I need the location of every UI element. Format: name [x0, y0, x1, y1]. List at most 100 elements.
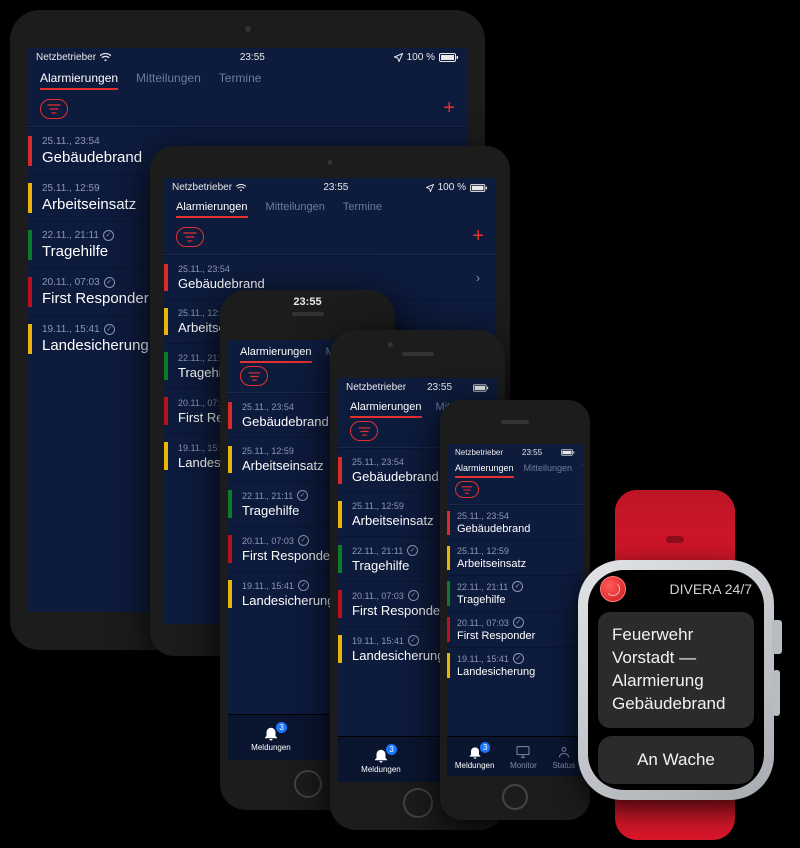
device-clock: 23:55 [293, 296, 321, 308]
alarm-title: Arbeitseinsatz [242, 458, 324, 473]
watch-header: DIVERA 24/7 [588, 570, 764, 606]
alarm-title: First Responder [457, 630, 535, 642]
badge: 3 [386, 744, 396, 755]
nav-label: Meldungen [251, 743, 291, 752]
tab-alarmierungen[interactable]: Alarmierungen [240, 346, 312, 358]
tab-termine[interactable]: Termine [343, 201, 382, 213]
alarm-title: Landesicherung [42, 337, 149, 354]
home-button[interactable] [502, 784, 528, 810]
check-icon [513, 653, 524, 664]
add-button[interactable]: + [472, 225, 484, 248]
alarm-timestamp: 22.11., 21:11 [457, 581, 523, 592]
alarm-timestamp: 25.11., 23:54 [457, 511, 530, 521]
alarm-title: Gebäudebrand [352, 469, 439, 484]
check-icon [104, 277, 115, 288]
battery-icon [439, 53, 459, 62]
status-bar: Netzbetrieber 23:55 [447, 444, 583, 459]
wifi-icon [236, 184, 246, 192]
location-icon [394, 53, 403, 62]
nav-meldungen[interactable]: 3 Meldungen [251, 724, 291, 752]
alarm-title: Tragehilfe [42, 243, 114, 260]
alarm-timestamp: 20.11., 07:03 [352, 590, 444, 601]
severity-stripe [338, 501, 342, 528]
clock: 23:55 [522, 448, 542, 457]
alarm-title: Gebäudebrand [42, 149, 142, 166]
nav-meldungen[interactable]: 3 Meldungen [361, 746, 401, 774]
tab-alarmierungen[interactable]: Alarmierungen [455, 463, 514, 473]
alarm-timestamp: 25.11., 12:59 [352, 501, 434, 511]
severity-stripe [447, 546, 450, 570]
camera-dot [328, 160, 333, 165]
alarm-title: First Responder [42, 290, 149, 307]
alarm-timestamp: 22.11., 21:11 [42, 230, 114, 241]
nav-monitor[interactable]: Monitor [510, 744, 537, 770]
filter-bar: + [164, 217, 496, 252]
tab-termine[interactable]: Termine [219, 71, 262, 85]
clock: 23:55 [323, 182, 348, 193]
alarm-title: Tragehilfe [242, 503, 308, 518]
alarm-timestamp: 25.11., 12:59 [42, 183, 136, 194]
alarm-timestamp: 20.11., 07:03 [457, 617, 535, 628]
tab-mitteilungen[interactable]: Mitteilungen [136, 71, 201, 85]
home-button[interactable] [403, 788, 433, 818]
alarm-timestamp: 22.11., 21:11 [352, 545, 418, 556]
alarm-timestamp: 25.11., 23:54 [178, 264, 265, 274]
severity-stripe [228, 402, 232, 429]
severity-stripe [28, 324, 32, 354]
severity-stripe [338, 635, 342, 663]
action-button[interactable]: An Wache [598, 736, 754, 784]
clock: 23:55 [427, 382, 452, 393]
digital-crown[interactable] [772, 620, 782, 654]
tab-termine[interactable]: Termine [582, 463, 583, 473]
alarm-timestamp: 20.11., 07:03 [42, 277, 149, 288]
watch-screen: DIVERA 24/7 Feuerwehr Vorstadt — Alarmie… [588, 570, 764, 790]
notification-message[interactable]: Feuerwehr Vorstadt — Alarmierung Gebäude… [598, 612, 754, 728]
badge: 3 [276, 722, 286, 733]
nav-label: Monitor [510, 761, 537, 770]
severity-stripe [447, 511, 450, 535]
filter-button[interactable] [40, 99, 68, 119]
carrier-label: Netzbetrieber [346, 382, 406, 393]
clock: 23:55 [240, 52, 265, 63]
band-pin [666, 536, 684, 543]
filter-button[interactable] [350, 421, 378, 441]
alarm-title: Gebäudebrand [178, 276, 265, 291]
alarm-title: First Responder [352, 603, 444, 618]
alarm-timestamp: 25.11., 23:54 [42, 136, 142, 147]
filter-button[interactable] [240, 366, 268, 386]
camera-dot [245, 26, 251, 32]
severity-stripe [447, 617, 450, 642]
status-bar: Netzbetrieber 23:55 100 % [164, 178, 496, 195]
severity-stripe [338, 457, 342, 484]
filter-button[interactable] [176, 227, 204, 247]
alarm-timestamp: 25.11., 23:54 [242, 402, 329, 412]
camera-dot [388, 342, 393, 347]
side-button[interactable] [773, 670, 780, 716]
add-button[interactable]: + [443, 97, 455, 120]
tab-mitteilungen[interactable]: Mitteilungen [266, 201, 325, 213]
check-icon [298, 535, 309, 546]
severity-stripe [164, 308, 168, 335]
tab-alarmierungen[interactable]: Alarmierungen [176, 201, 248, 213]
tab-alarmierungen[interactable]: Alarmierungen [40, 71, 118, 85]
tab-mitteilungen[interactable]: Mitteilungen [524, 463, 573, 473]
top-tabs: Alarmierungen Mitteilungen Termine [164, 195, 496, 217]
alarm-title: Arbeitseinsatz [42, 196, 136, 213]
alarm-timestamp: 25.11., 12:59 [242, 446, 324, 456]
battery-icon [473, 384, 489, 392]
severity-stripe [28, 183, 32, 213]
check-icon [513, 617, 524, 628]
check-icon [297, 490, 308, 501]
nav-meldungen[interactable]: 3 Meldungen [455, 744, 495, 770]
severity-stripe [164, 352, 168, 380]
tab-alarmierungen[interactable]: Alarmierungen [350, 401, 422, 413]
check-icon [103, 230, 114, 241]
alarm-title: Landesicherung [352, 648, 445, 663]
speaker-slot [292, 312, 324, 316]
app-icon [600, 576, 626, 602]
nav-label: Meldungen [361, 765, 401, 774]
filter-button[interactable] [455, 481, 479, 498]
home-button[interactable] [294, 770, 322, 798]
battery-label: 100 % [438, 182, 466, 193]
top-tabs: Alarmierungen Mitteilungen Termine [447, 459, 583, 477]
